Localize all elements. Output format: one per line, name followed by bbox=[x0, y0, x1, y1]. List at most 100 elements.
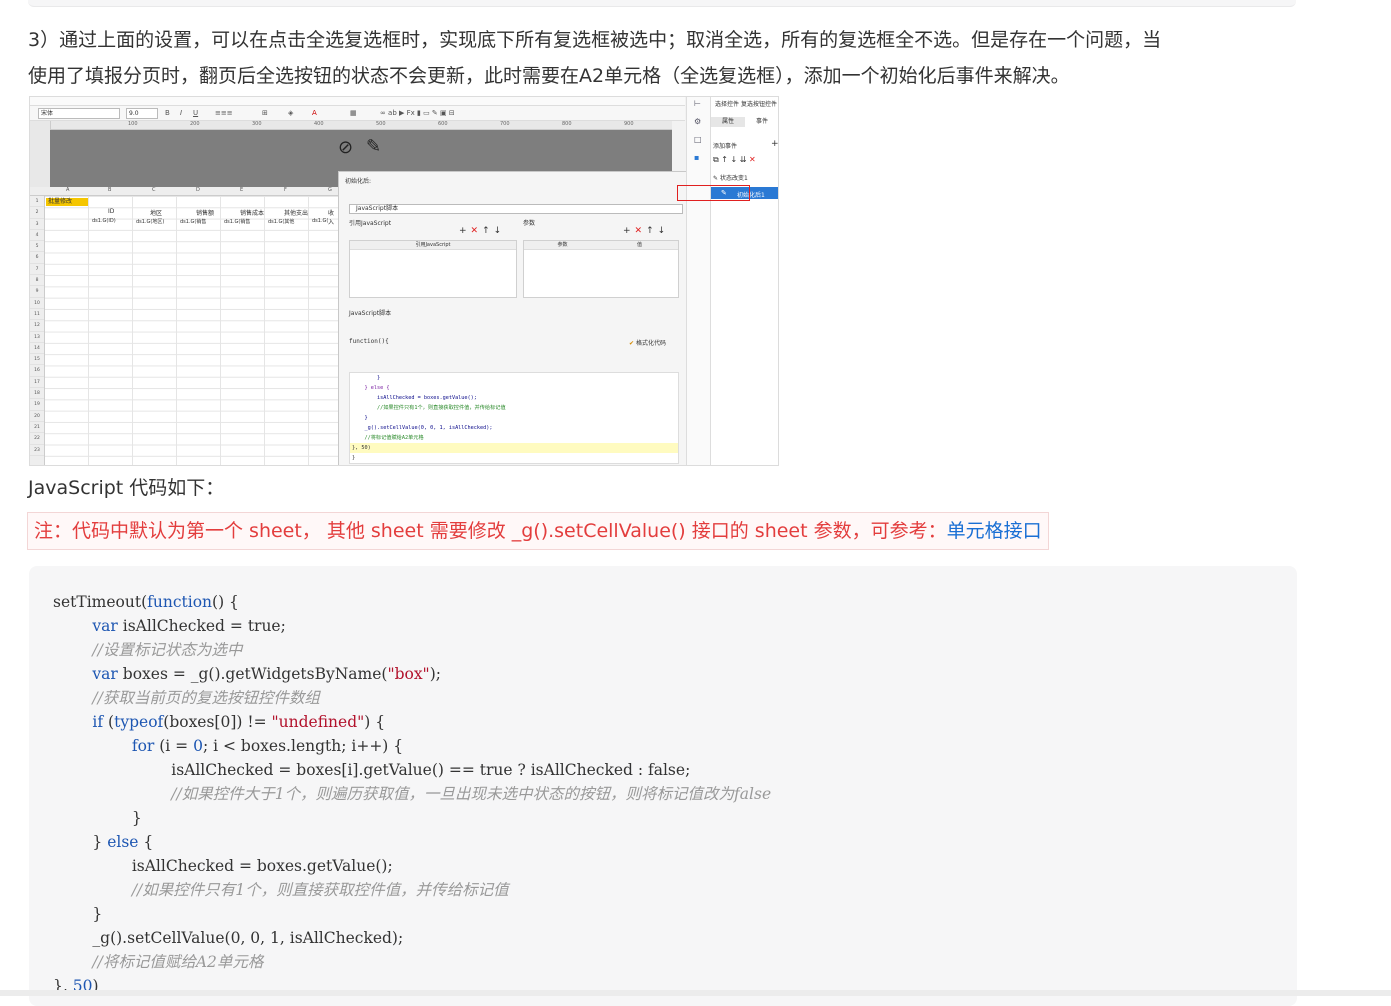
event-dialog: 初始化后: JavaScript脚本 引用JavaScript 参数 +✕↑↓ … bbox=[338, 171, 688, 465]
eye-hidden-icon[interactable]: ⊘ bbox=[338, 137, 353, 158]
panel-icon[interactable]: ▪ bbox=[694, 153, 699, 162]
ruler-tick: 100 bbox=[128, 121, 138, 127]
col-header[interactable]: E bbox=[240, 187, 243, 193]
tab-attributes[interactable]: 属性 bbox=[711, 117, 745, 127]
format-toolbar: 宋体 9.0 B I U ≡≡≡ ⊞ ◈ A ▦ ∞ ab ▶ Fx ▮ ▭ ✎… bbox=[30, 106, 685, 121]
data-cell[interactable]: ds1.G(销售 bbox=[224, 218, 250, 225]
ref-js-list-head: 引用JavaScript bbox=[350, 241, 516, 250]
col-header[interactable]: F bbox=[284, 187, 287, 193]
row-number[interactable]: 18 bbox=[30, 388, 44, 400]
pencil-icon[interactable]: ✎ bbox=[366, 136, 381, 157]
code-token: (boxes[0]) != bbox=[163, 713, 272, 731]
col-header[interactable]: A bbox=[66, 187, 69, 193]
data-cell[interactable]: ds1.G(地区) bbox=[136, 218, 164, 225]
widget-icon[interactable]: ⊢ bbox=[694, 99, 701, 108]
row-number[interactable]: 17 bbox=[30, 377, 44, 389]
row-number[interactable]: 1 bbox=[30, 196, 44, 208]
tab-checkbox-widget[interactable]: 复选按钮控件 bbox=[741, 99, 777, 108]
cell-api-link[interactable]: 单元格接口 bbox=[947, 520, 1042, 542]
data-cell[interactable]: ds1.G( bbox=[312, 218, 328, 224]
row-number[interactable]: 12 bbox=[30, 320, 44, 332]
row-number[interactable]: 8 bbox=[30, 275, 44, 287]
merge-icon[interactable]: ▦ bbox=[350, 109, 357, 117]
header-cell[interactable]: 其他支出 bbox=[284, 208, 308, 217]
row-number[interactable]: 20 bbox=[30, 411, 44, 422]
row-number[interactable]: 7 bbox=[30, 264, 44, 276]
col-header[interactable]: G bbox=[328, 187, 332, 193]
tab-select-widget[interactable]: 选择控件 bbox=[715, 99, 739, 108]
editor-line: } bbox=[352, 375, 381, 381]
row-number[interactable]: 11 bbox=[30, 309, 44, 321]
header-cell[interactable]: ID bbox=[108, 208, 114, 215]
row-number[interactable]: 2 bbox=[30, 207, 44, 219]
row-number[interactable]: 14 bbox=[30, 343, 44, 355]
format-code-button[interactable]: ✔ 格式化代码 bbox=[629, 338, 666, 347]
params-table[interactable]: 参数 值 bbox=[523, 240, 679, 298]
data-cell[interactable]: ds1.G(销售 bbox=[180, 218, 206, 225]
col-header[interactable]: C bbox=[152, 187, 156, 193]
row-number[interactable]: 13 bbox=[30, 332, 44, 343]
ref-js-buttons[interactable]: +✕↑↓ bbox=[459, 226, 505, 236]
script-editor[interactable]: } } else { isAllChecked = boxes.getValue… bbox=[349, 372, 679, 464]
event-type-select[interactable]: JavaScript脚本 bbox=[349, 204, 683, 214]
row-number[interactable]: 3 bbox=[30, 219, 44, 230]
data-cell[interactable]: ds1.G(ID) bbox=[92, 218, 116, 224]
data-cell[interactable]: ds1.G(其他 bbox=[268, 218, 294, 225]
code-comment: //将标记值赋给A2单元格 bbox=[53, 953, 264, 971]
frame-icon[interactable]: □ bbox=[694, 135, 702, 144]
ruler-tick: 200 bbox=[190, 121, 200, 127]
ruler-tick: 700 bbox=[500, 121, 510, 127]
col-header[interactable]: B bbox=[108, 187, 111, 193]
underline-icon[interactable]: U bbox=[193, 109, 198, 117]
italic-icon[interactable]: I bbox=[180, 109, 182, 117]
code-keyword: var bbox=[92, 665, 118, 683]
code-token: _g().setCellValue(0, 0, 1, isAllChecked)… bbox=[53, 929, 404, 947]
border-icon[interactable]: ⊞ bbox=[262, 109, 268, 117]
font-color-icon[interactable]: A bbox=[312, 109, 317, 117]
params-label: 参数 bbox=[523, 220, 536, 227]
params-head-name: 参数 bbox=[557, 242, 568, 248]
row-number[interactable]: 6 bbox=[30, 252, 44, 264]
cell-a1[interactable]: 批量修改 bbox=[46, 198, 88, 206]
row-number[interactable]: 23 bbox=[30, 445, 44, 456]
event-state-change[interactable]: ✎ 状态改变1 bbox=[713, 173, 748, 182]
event-toolbar[interactable]: ⧉ ↑ ↓ ⇊ ✕ bbox=[713, 155, 756, 165]
code-token: setTimeout( bbox=[53, 593, 148, 611]
row-number[interactable]: 16 bbox=[30, 365, 44, 377]
code-token: } bbox=[53, 905, 103, 923]
row-number[interactable]: 22 bbox=[30, 433, 44, 445]
header-row: ID 地区 销售额 销售成本 其他支出 收入 bbox=[46, 208, 338, 226]
js-heading: JavaScript 代码如下： bbox=[28, 477, 225, 499]
row-number[interactable]: 4 bbox=[30, 230, 44, 242]
header-cell[interactable]: 销售额 bbox=[196, 208, 214, 217]
size-select[interactable]: 9.0 bbox=[126, 108, 158, 119]
row-number[interactable]: 15 bbox=[30, 354, 44, 366]
ref-js-list[interactable]: 引用JavaScript bbox=[349, 240, 517, 298]
row-number[interactable]: 19 bbox=[30, 399, 44, 411]
row-number[interactable]: 9 bbox=[30, 286, 44, 298]
col-header[interactable]: D bbox=[196, 187, 200, 193]
function-header: function(){ bbox=[349, 338, 389, 345]
font-select[interactable]: 宋体 bbox=[38, 108, 120, 119]
fill-icon[interactable]: ◈ bbox=[288, 109, 293, 117]
insert-icons[interactable]: ∞ ab ▶ Fx ▮ ▭ ✎ ▣ ⊟ bbox=[380, 109, 455, 117]
header-cell[interactable]: 销售成本 bbox=[240, 208, 264, 217]
tab-events[interactable]: 事件 bbox=[745, 117, 778, 127]
delete-icon[interactable]: ✕ bbox=[749, 155, 756, 164]
bold-icon[interactable]: B bbox=[165, 109, 170, 117]
code-token: } bbox=[53, 833, 108, 851]
params-buttons[interactable]: +✕↑↓ bbox=[623, 226, 669, 236]
row-number[interactable]: 5 bbox=[30, 241, 44, 253]
code-token: () { bbox=[212, 593, 239, 611]
designer-screenshot: 宋体 9.0 B I U ≡≡≡ ⊞ ◈ A ▦ ∞ ab ▶ Fx ▮ ▭ ✎… bbox=[29, 96, 779, 466]
align-icons[interactable]: ≡≡≡ bbox=[215, 109, 233, 117]
add-event-button[interactable]: + bbox=[771, 139, 778, 149]
row-number[interactable]: 21 bbox=[30, 422, 44, 434]
settings-icon[interactable]: ⚙ bbox=[694, 117, 701, 126]
header-cell[interactable]: 地区 bbox=[150, 208, 162, 217]
editor-line: } bbox=[352, 455, 356, 461]
side-toolbar: ⊢ ⚙ □ ▪ bbox=[686, 97, 711, 465]
row-number[interactable]: 10 bbox=[30, 298, 44, 309]
